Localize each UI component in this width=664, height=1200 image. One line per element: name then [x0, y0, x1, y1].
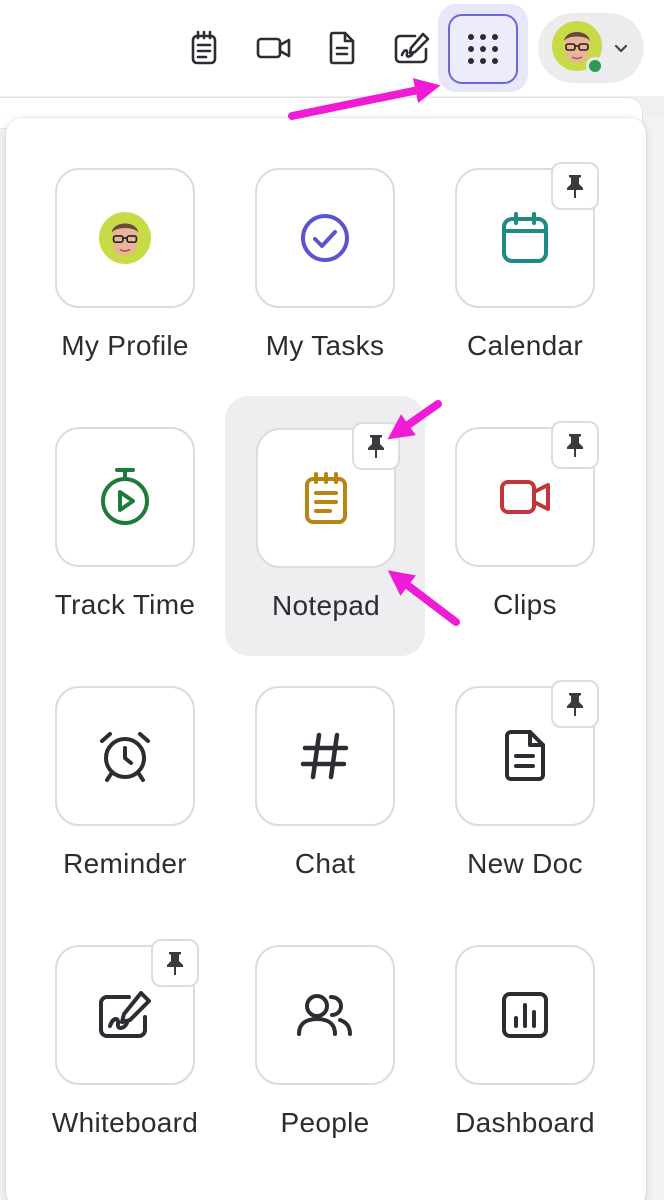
stopwatch-icon [101, 468, 149, 525]
app-tile-box[interactable] [55, 168, 195, 308]
app-calendar[interactable]: Calendar [455, 162, 655, 428]
app-new-doc[interactable]: New Doc [455, 680, 655, 946]
pin-icon [167, 952, 183, 975]
pin-button[interactable] [551, 680, 599, 728]
app-label: Track Time [54, 589, 196, 620]
app-label: Dashboard [455, 1107, 595, 1138]
app-label: My Profile [61, 330, 189, 361]
app-label: Calendar [466, 330, 584, 361]
app-people[interactable]: People [255, 945, 455, 1200]
profile-avatar-icon [99, 212, 151, 264]
app-label: My Tasks [265, 330, 385, 361]
app-label: Clips [493, 589, 557, 620]
app-label: Whiteboard [51, 1107, 199, 1138]
app-whiteboard[interactable]: Whiteboard [52, 939, 255, 1200]
online-status-dot [586, 57, 604, 75]
notepad-icon [305, 472, 347, 524]
apps-grid-icon[interactable] [448, 14, 518, 84]
app-clips[interactable]: Clips [455, 421, 655, 687]
chevron-down-icon[interactable] [612, 39, 630, 57]
app-tile-box[interactable] [455, 945, 595, 1085]
app-label: Notepad [272, 590, 380, 621]
people-icon [297, 994, 352, 1036]
pin-button[interactable] [151, 939, 199, 987]
app-tile-box[interactable] [55, 427, 195, 567]
doc-icon [505, 730, 545, 781]
pin-icon [567, 175, 583, 198]
app-chat[interactable]: Chat [255, 686, 455, 946]
doc-icon[interactable] [322, 26, 362, 70]
pin-icon [567, 693, 583, 716]
app-label: People [280, 1107, 370, 1138]
top-bar [0, 0, 664, 96]
whiteboard-icon[interactable] [392, 26, 432, 70]
app-reminder[interactable]: Reminder [55, 686, 255, 946]
app-tile-box[interactable] [55, 686, 195, 826]
video-icon[interactable] [254, 26, 294, 70]
app-my-profile[interactable]: My Profile [55, 168, 255, 428]
pin-button[interactable] [551, 421, 599, 469]
app-notepad[interactable]: Notepad [225, 396, 456, 688]
notepad-icon[interactable] [184, 26, 224, 70]
calendar-icon [502, 212, 548, 263]
app-label: Reminder [63, 848, 187, 879]
pin-button[interactable] [352, 422, 400, 470]
alarm-clock-icon [100, 732, 150, 782]
pin-icon [368, 435, 384, 458]
app-label: Chat [294, 848, 356, 879]
dashboard-icon [502, 992, 548, 1038]
apps-button[interactable] [438, 4, 528, 92]
check-circle-icon [301, 214, 349, 262]
pin-icon [567, 434, 583, 457]
app-tile-box[interactable] [255, 686, 395, 826]
app-label: New Doc [467, 848, 583, 879]
app-tile-box[interactable] [255, 168, 395, 308]
app-tile-box[interactable] [255, 945, 395, 1085]
app-my-tasks[interactable]: My Tasks [255, 168, 455, 428]
video-icon [500, 480, 550, 514]
hashtag-icon [300, 732, 349, 780]
user-menu[interactable] [538, 13, 644, 83]
whiteboard-icon [99, 991, 151, 1038]
pin-button[interactable] [551, 162, 599, 210]
app-dashboard[interactable]: Dashboard [455, 945, 655, 1200]
